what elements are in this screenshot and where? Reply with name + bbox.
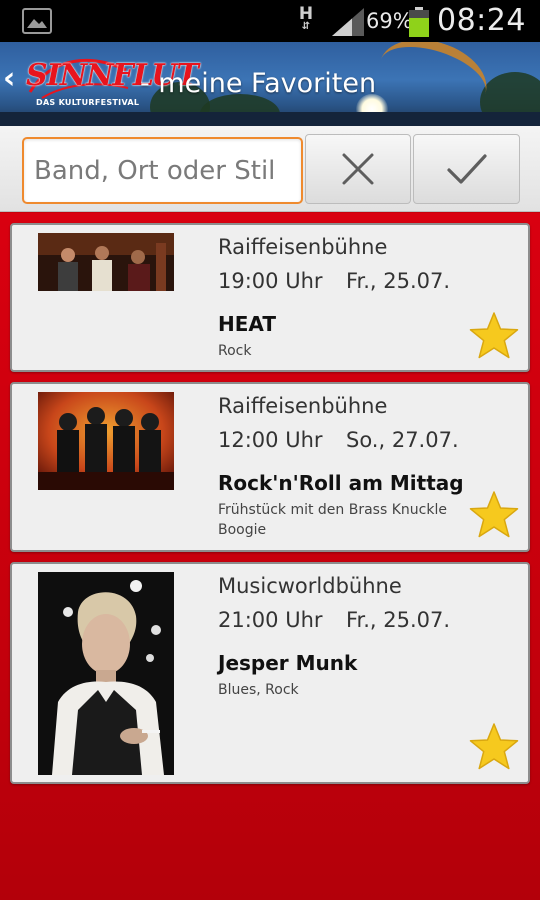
clock: 08:24 xyxy=(437,3,526,38)
battery-percent: 69% xyxy=(366,9,413,33)
event-time: 12:00 Uhr xyxy=(218,428,323,452)
battery-icon xyxy=(409,7,429,37)
back-button[interactable]: ‹ xyxy=(3,64,15,94)
logo-subtitle: DAS KULTURFESTIVAL xyxy=(36,98,140,107)
favorites-list: Raiffeisenbühne 19:00 Uhr Fr., 25.07. HE… xyxy=(0,213,540,900)
network-type-icon: H ⇵ xyxy=(298,4,314,32)
favorite-event-card[interactable]: Raiffeisenbühne 12:00 Uhr So., 27.07. Ro… xyxy=(10,382,530,552)
favorite-star-icon[interactable] xyxy=(468,722,520,772)
event-thumbnail xyxy=(38,392,174,490)
event-genre: Rock xyxy=(218,343,252,359)
festival-logo[interactable]: SINNFLUT DAS KULTURFESTIVAL xyxy=(22,52,199,118)
gallery-notification-icon xyxy=(22,8,52,34)
favorite-event-card[interactable]: Musicworldbühne 21:00 Uhr Fr., 25.07. Je… xyxy=(10,562,530,784)
favorite-event-card[interactable]: Raiffeisenbühne 19:00 Uhr Fr., 25.07. HE… xyxy=(10,223,530,372)
event-time: 19:00 Uhr xyxy=(218,269,323,293)
event-date: Fr., 25.07. xyxy=(346,269,451,293)
checkmark-icon xyxy=(446,154,487,184)
signal-strength-icon xyxy=(332,8,364,36)
status-bar: H ⇵ 69% 08:24 xyxy=(0,0,540,42)
event-artist: HEAT xyxy=(218,312,276,336)
event-genre: Frühstück mit den Brass Knuckle Boogie xyxy=(218,502,447,538)
chevron-left-icon: ‹ xyxy=(3,61,16,96)
clear-search-button[interactable] xyxy=(305,134,411,204)
event-date: So., 27.07. xyxy=(346,428,459,452)
event-venue: Raiffeisenbühne xyxy=(218,394,388,418)
event-thumbnail xyxy=(38,233,174,291)
favorite-star-icon[interactable] xyxy=(468,490,520,540)
event-artist: Rock'n'Roll am Mittag xyxy=(218,471,464,495)
search-input[interactable] xyxy=(22,137,303,204)
event-venue: Raiffeisenbühne xyxy=(218,235,388,259)
favorite-star-icon[interactable] xyxy=(468,311,520,361)
search-bar xyxy=(0,126,540,212)
event-artist: Jesper Munk xyxy=(218,651,358,675)
event-venue: Musicworldbühne xyxy=(218,574,402,598)
event-time: 21:00 Uhr xyxy=(218,608,323,632)
app-header: ‹ SINNFLUT DAS KULTURFESTIVAL - meine Fa… xyxy=(0,42,540,126)
event-thumbnail xyxy=(38,572,174,775)
event-date: Fr., 25.07. xyxy=(346,608,451,632)
page-title: - meine Favoriten xyxy=(140,68,377,99)
event-genre: Blues, Rock xyxy=(218,682,299,698)
confirm-search-button[interactable] xyxy=(413,134,520,204)
close-icon xyxy=(342,153,374,185)
